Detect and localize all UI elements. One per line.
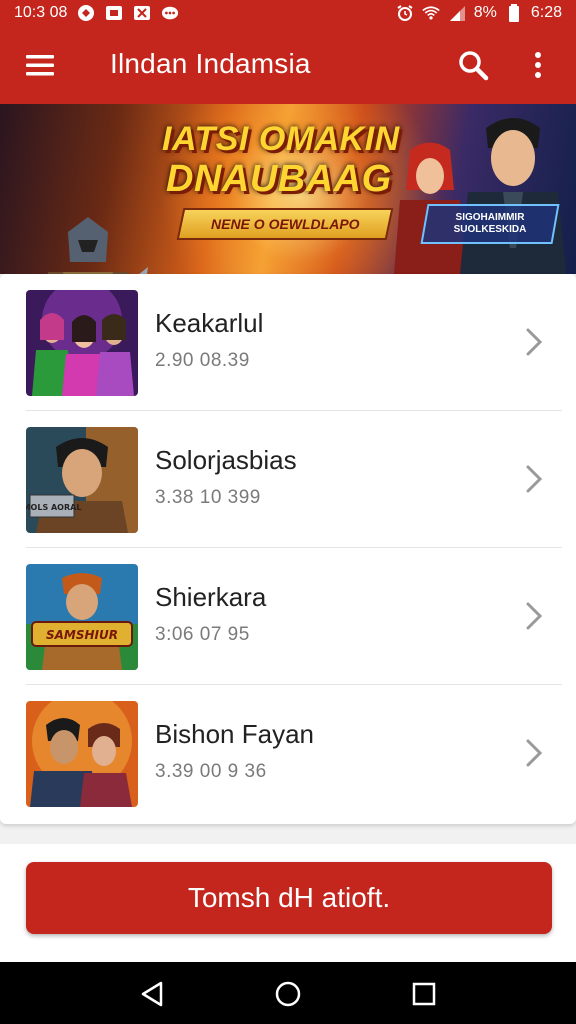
status-bar: 10:3 08 8% 6:28 (0, 0, 576, 26)
list-item[interactable]: MOLS AORAL Solorjasbias 3.38 10 399 (0, 411, 576, 548)
notification-app-icon (77, 4, 95, 22)
thumb-label: SAMSHIUR (46, 628, 118, 642)
recents-square-icon (412, 982, 436, 1006)
banner-tag-text: SIGOHAIMMIR SUOLKESKIDA (453, 212, 527, 235)
more-vert-icon (535, 52, 541, 78)
item-title: Shierkara (155, 582, 267, 612)
battery-icon (505, 4, 523, 22)
alarm-icon (396, 4, 414, 22)
chevron-right-icon (518, 598, 550, 634)
item-subtitle: 3:06 07 95 (155, 624, 250, 645)
banner-headline-2: DNAUBAAG (166, 158, 392, 200)
recents-button[interactable] (404, 974, 444, 1014)
hamburger-menu-button[interactable] (0, 26, 80, 104)
item-title: Keakarlul (155, 308, 264, 338)
thumb-label: MOLS AORAL (26, 503, 81, 512)
back-triangle-icon (141, 981, 163, 1007)
notification-close-icon (133, 4, 151, 22)
list-item[interactable]: Bishon Fayan 3.39 00 9 36 (0, 685, 576, 822)
status-time: 10:3 08 (14, 4, 68, 21)
app-title: Ilndan Indamsia (110, 48, 311, 79)
game-thumbnail (26, 290, 138, 396)
home-circle-icon (275, 981, 301, 1007)
primary-action-button[interactable]: Tomsh dH atioft. (26, 862, 552, 934)
game-thumbnail (26, 701, 138, 807)
dark-hair-man-art (460, 118, 566, 274)
promo-banner[interactable]: IATSI OMAKIN DNAUBAAG NENE O OEWLDLAPO S… (0, 104, 576, 274)
system-nav-bar (0, 962, 576, 1024)
game-list: Keakarlul 2.90 08.39 MOLS AORAL Solorjas… (0, 274, 576, 824)
hamburger-menu-icon (26, 55, 54, 76)
banner-headline-1: IATSI OMAKIN (162, 120, 400, 158)
item-subtitle: 3.39 00 9 36 (155, 761, 267, 782)
battery-percent: 8% (473, 4, 497, 21)
armored-warrior-art (47, 217, 148, 274)
signal-icon (448, 4, 466, 22)
chevron-right-icon (518, 735, 550, 771)
item-subtitle: 3.38 10 399 (155, 487, 261, 508)
item-title: Bishon Fayan (155, 719, 314, 749)
item-subtitle: 2.90 08.39 (155, 350, 250, 371)
status-clock: 6:28 (530, 4, 562, 21)
notification-image-icon (105, 4, 123, 22)
banner-ribbon-text: NENE O OEWLDLAPO (210, 216, 360, 232)
chevron-right-icon (518, 324, 550, 360)
game-thumbnail: MOLS AORAL (26, 427, 138, 533)
search-icon (459, 51, 489, 81)
back-button[interactable] (132, 974, 172, 1014)
banner-tag: SIGOHAIMMIR SUOLKESKIDA (420, 204, 560, 244)
search-button[interactable] (450, 42, 496, 88)
notification-message-icon (161, 4, 179, 22)
chevron-right-icon (518, 461, 550, 497)
game-thumbnail: SAMSHIUR (26, 564, 138, 670)
banner-ribbon: NENE O OEWLDLAPO (176, 208, 394, 240)
item-title: Solorjasbias (155, 445, 297, 475)
app-bar: Ilndan Indamsia (0, 26, 576, 104)
list-item[interactable]: SAMSHIUR Shierkara 3:06 07 95 (0, 548, 576, 685)
list-item[interactable]: Keakarlul 2.90 08.39 (0, 274, 576, 411)
wifi-icon (422, 4, 440, 22)
more-options-button[interactable] (518, 42, 558, 88)
home-button[interactable] (268, 974, 308, 1014)
